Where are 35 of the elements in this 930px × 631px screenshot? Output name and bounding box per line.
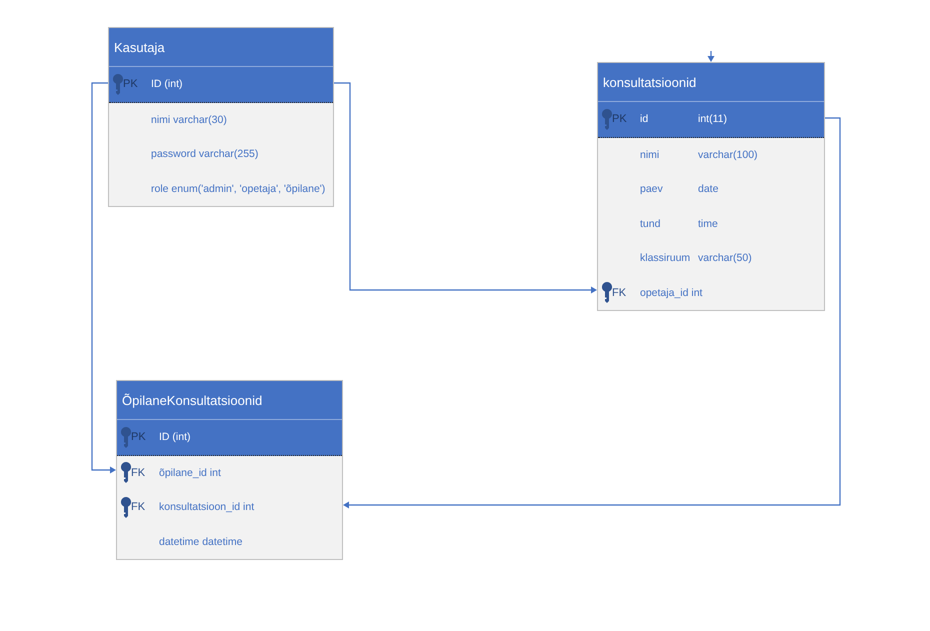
key-icon [121,496,131,518]
field-name: id [640,112,650,126]
table-title: ÕpilaneKonsultatsioonid [117,381,342,420]
key-label: FK [131,466,146,479]
key-label: PK [612,113,627,126]
field-name: nimi varchar(30) [151,112,228,127]
key-icon [602,282,612,304]
key-icon [602,108,612,130]
field-name: ID (int) [151,77,184,92]
field-name: õpilane_id int [159,466,222,480]
connector-arrow [708,51,714,62]
field-name: password varchar(255) [151,147,260,162]
field-name: klassiruum [640,251,692,266]
field-name: konsultatsioon_id int [159,500,256,514]
key-label: FK [131,501,146,514]
field-type: int(11) [698,113,727,126]
field-name: datetime datetime [159,534,244,549]
field-type: time [698,218,718,230]
key-label: FK [612,286,626,299]
table-title: Kasutaja [109,28,333,67]
field-name: nimi [640,148,660,162]
key-label: PK [123,78,138,90]
key-icon [121,462,131,484]
field-name: ID (int) [159,430,192,444]
key-icon [113,74,123,95]
field-type: date [698,183,718,196]
table-title: konsultatsioonid [598,63,824,102]
field-name: tund [640,216,662,231]
field-type: varchar(100) [698,148,758,161]
field-type: varchar(50) [698,252,752,264]
field-name: role enum('admin', 'opetaja', 'õpilane') [151,182,326,196]
field-name: opetaja_id int [640,286,704,300]
key-label: PK [131,431,146,444]
field-name: paev [640,182,664,196]
key-icon [121,426,131,448]
